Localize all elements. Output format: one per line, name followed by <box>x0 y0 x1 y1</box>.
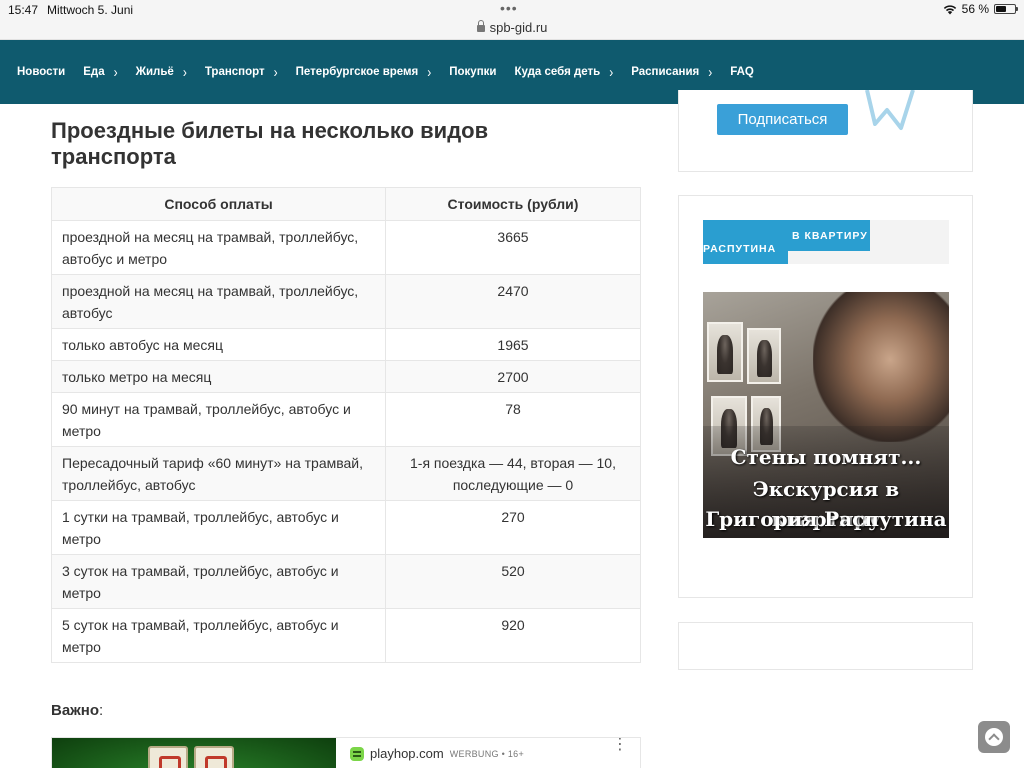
payment-method-cell: только автобус на месяц <box>51 328 386 361</box>
nav-item[interactable]: Петербургское время › <box>295 63 432 81</box>
nav-item[interactable]: Транспорт › <box>204 63 278 81</box>
nav-item-label: Куда себя деть <box>514 66 601 78</box>
cost-cell: 2470 <box>385 274 641 329</box>
subscribe-widget: Подписаться <box>678 90 973 172</box>
excursion-promo-image[interactable]: Стены помнят... Экскурсия в квартиру Гри… <box>703 292 949 538</box>
mahjong-tile-icon <box>148 746 188 768</box>
nav-item[interactable]: Расписания › <box>631 63 713 81</box>
battery-icon <box>994 4 1018 14</box>
ad-domain[interactable]: playhop.com WERBUNG • 16+ <box>350 746 524 761</box>
status-date: Mittwoch 5. Juni <box>47 3 134 17</box>
old-photo <box>707 322 743 382</box>
cost-cell: 920 <box>385 608 641 663</box>
nav-item[interactable]: FAQ <box>730 66 754 78</box>
important-colon: : <box>99 702 104 719</box>
table-header-row: Способ оплаты Стоимость (рубли) <box>51 187 641 221</box>
section-title: Проездные билеты на несколько видов тран… <box>51 118 489 169</box>
table-row: 5 суток на трамвай, троллейбус, автобус … <box>51 608 641 663</box>
nav-item-label: Петербургское время <box>295 66 419 78</box>
nav-item-label: Расписания <box>631 66 700 78</box>
table-header-cost: Стоимость (рубли) <box>385 187 641 221</box>
chevron-right-icon: › <box>273 63 278 81</box>
table-row: проездной на месяц на трамвай, троллейбу… <box>51 274 641 329</box>
tab-title-line1: В КВАРТИРУ <box>792 230 868 242</box>
empty-widget <box>678 622 973 670</box>
ad-image[interactable] <box>52 738 336 768</box>
payment-method-cell: Пересадочный тариф «60 минут» на трамвай… <box>51 446 386 501</box>
chevron-right-icon: › <box>113 63 118 81</box>
payment-method-cell: 5 суток на трамвай, троллейбус, автобус … <box>51 608 386 663</box>
battery-percent: 56 % <box>961 2 989 16</box>
address-url: spb-gid.ru <box>489 20 548 35</box>
payment-method-cell: 90 минут на трамвай, троллейбус, автобус… <box>51 392 386 447</box>
table-header-payment: Способ оплаты <box>51 187 386 221</box>
nav-item-label: FAQ <box>730 66 754 78</box>
nav-item[interactable]: Жильё › <box>135 63 187 81</box>
cost-cell: 2700 <box>385 360 641 393</box>
nav-item-label: Жильё <box>135 66 174 78</box>
nav-item[interactable]: Еда › <box>83 63 118 81</box>
nav-item[interactable]: Покупки <box>449 66 496 78</box>
tab-title-line2: РАСПУТИНА <box>703 243 777 255</box>
status-right: 56 % <box>943 2 1018 16</box>
nav-item[interactable]: Новости <box>17 66 65 78</box>
nav-item-label: Транспорт <box>204 66 265 78</box>
cost-cell: 520 <box>385 554 641 609</box>
fares-table: Способ оплаты Стоимость (рубли) проездно… <box>51 187 641 663</box>
table-row: 90 минут на трамвай, троллейбус, автобус… <box>51 392 641 447</box>
nav-item-label: Новости <box>17 66 66 78</box>
nav-item-label: Покупки <box>449 66 497 78</box>
payment-method-cell: 1 сутки на трамвай, троллейбус, автобус … <box>51 500 386 555</box>
table-row: только автобус на месяц 1965 <box>51 328 641 361</box>
nav-item[interactable]: Куда себя деть › <box>514 63 614 81</box>
important-label: Важно <box>51 702 100 719</box>
old-photo <box>747 328 781 384</box>
status-time: 15:47 <box>8 3 39 17</box>
payment-method-cell: проездной на месяц на трамвай, троллейбу… <box>51 274 386 329</box>
bird-outline-icon <box>865 90 915 130</box>
ad-banner[interactable]: playhop.com WERBUNG • 16+ ⋮ <box>51 737 641 768</box>
table-row: только метро на месяц 2700 <box>51 360 641 393</box>
widget-tab-header[interactable]: В КВАРТИРУ РАСПУТИНА <box>703 220 949 264</box>
cost-cell: 1-я поездка — 44, вторая — 10, последующ… <box>385 446 641 501</box>
table-row: 3 суток на трамвай, троллейбус, автобус … <box>51 554 641 609</box>
address-bar[interactable]: spb-gid.ru <box>0 20 1024 35</box>
wifi-icon <box>943 4 956 14</box>
cost-cell: 270 <box>385 500 641 555</box>
subscribe-button[interactable]: Подписаться <box>717 104 848 135</box>
nav-item-label: Еда <box>83 66 105 78</box>
chevron-right-icon: › <box>708 63 713 81</box>
chevron-right-icon: › <box>609 63 614 81</box>
cost-cell: 3665 <box>385 220 641 275</box>
ad-domain-text: playhop.com <box>370 746 444 761</box>
status-bar: 15:47 Mittwoch 5. Juni ••• spb-gid.ru 56… <box>0 0 1024 40</box>
main-content: Проездные билеты на несколько видов тран… <box>51 104 641 768</box>
portrait <box>813 292 949 442</box>
table-row: 1 сутки на трамвай, троллейбус, автобус … <box>51 500 641 555</box>
scroll-to-top-button[interactable] <box>978 721 1010 753</box>
promo-line-3: Григория Распутина <box>705 507 947 531</box>
ad-more-icon[interactable]: ⋮ <box>612 738 628 753</box>
playhop-logo-icon <box>350 746 364 761</box>
cost-cell: 1965 <box>385 328 641 361</box>
cost-cell: 78 <box>385 392 641 447</box>
chevron-right-icon: › <box>427 63 432 81</box>
ad-label: WERBUNG • 16+ <box>449 748 525 759</box>
important-heading: Важно: <box>51 702 103 719</box>
payment-method-cell: только метро на месяц <box>51 360 386 393</box>
payment-method-cell: проездной на месяц на трамвай, троллейбу… <box>51 220 386 275</box>
payment-method-cell: 3 суток на трамвай, троллейбус, автобус … <box>51 554 386 609</box>
mahjong-tile-icon <box>194 746 234 768</box>
excursion-widget: В КВАРТИРУ РАСПУТИНА Стены помнят... Экс… <box>678 195 973 598</box>
lock-icon <box>476 20 485 32</box>
table-row: Пересадочный тариф «60 минут» на трамвай… <box>51 446 641 501</box>
promo-line-1: Стены помнят... <box>730 445 922 469</box>
table-row: проездной на месяц на трамвай, троллейбу… <box>51 220 641 275</box>
more-dots-icon[interactable]: ••• <box>500 1 518 15</box>
chevron-right-icon: › <box>182 63 187 81</box>
